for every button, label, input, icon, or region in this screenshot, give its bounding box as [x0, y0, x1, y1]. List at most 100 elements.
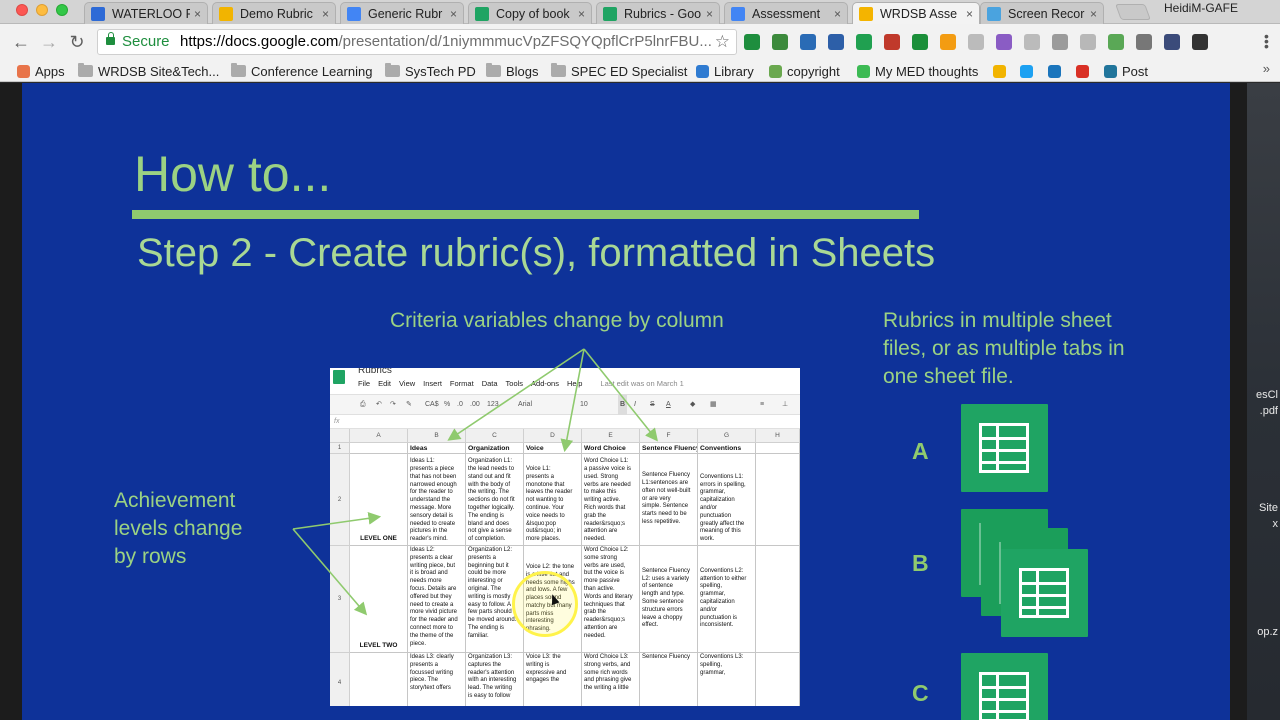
borders-icon: ▦ [710, 401, 717, 408]
color-wheel-icon[interactable] [884, 34, 900, 50]
bookmark-item[interactable]: My MED thoughts [857, 62, 978, 80]
cast-icon[interactable] [1164, 34, 1180, 50]
screen: WATERLOO F × Demo Rubric × Generic Rubr × Copy… [0, 0, 1280, 720]
sheet-menu-bar: File Edit View Insert Format Data Tools Add-ons… [358, 379, 692, 388]
tab-close-icon[interactable]: × [1090, 7, 1097, 21]
sheet-rubric-cell: Ideas L3: clearly presents a focussed wr… [408, 653, 466, 706]
tab-close-icon[interactable]: × [450, 7, 457, 21]
screencastify-icon[interactable] [828, 34, 844, 50]
window-zoom-button[interactable] [56, 4, 68, 16]
tier-a-label: A [912, 438, 929, 464]
new-tab-button[interactable] [1115, 4, 1151, 20]
bookmarks-overflow-icon[interactable]: » [1263, 61, 1270, 76]
desktop-file-label[interactable]: .pdf [1260, 405, 1278, 417]
sheet-level-label: LEVEL TWO [350, 546, 408, 653]
drive-icon [219, 6, 233, 21]
tab-close-icon[interactable]: × [578, 7, 585, 21]
desktop-background: esCl .pdf Site x op.z [1247, 83, 1280, 720]
window-close-button[interactable] [16, 4, 28, 16]
read-icon[interactable] [1052, 34, 1068, 50]
v-extension-icon[interactable] [800, 34, 816, 50]
bookmark-item[interactable]: copyright [769, 62, 840, 80]
increase-decimal: .00 [470, 401, 480, 408]
eye-icon[interactable] [1136, 34, 1152, 50]
sheet-header-cell: Ideas [408, 443, 466, 454]
kt-icon[interactable] [1024, 34, 1040, 50]
decrease-decimal: .0 [457, 401, 463, 408]
puzzle-icon[interactable] [996, 34, 1012, 50]
bookmark-item[interactable]: Apps [17, 62, 65, 80]
dark-circle-icon[interactable] [1192, 34, 1208, 50]
browser-tab[interactable]: WRDSB Asse × [852, 2, 980, 25]
keep-icon[interactable] [1080, 34, 1096, 50]
sheet-menu-item: View [399, 379, 416, 388]
window-minimize-button[interactable] [36, 4, 48, 16]
sheet-rubric-cell: Word Choice L2: some strong verbs are us… [582, 546, 640, 653]
menu-kebab-icon[interactable]: • • • [1264, 29, 1269, 53]
bookmark-item[interactable] [1076, 62, 1094, 80]
callout-files-line: files, or as multiple tabs in [883, 337, 1125, 360]
strike-icon: S [650, 401, 655, 408]
tier-b-label: B [912, 550, 929, 576]
browser-tab[interactable]: Demo Rubric × [212, 2, 336, 24]
clipboard-extension-icon[interactable] [772, 34, 788, 50]
sheet-rubric-cell: Voice L3: the writing is expressive and … [524, 653, 582, 706]
bookmark-item[interactable]: Blogs [486, 62, 539, 80]
sheets-icon [475, 6, 489, 21]
bookmark-item[interactable]: Library [696, 62, 754, 80]
check-extension-icon[interactable] [856, 34, 872, 50]
callout-rows-line: Achievement [114, 489, 236, 512]
classroom-icon[interactable] [912, 34, 928, 50]
bookmark-item[interactable]: Conference Learning [231, 62, 372, 80]
sheet-menu-item: Format [449, 379, 474, 388]
callout-rows: Achievement levels change by rows [114, 487, 242, 571]
browser-tab[interactable]: Screen Recor × [980, 2, 1104, 24]
number-format: 123 [487, 401, 499, 408]
browser-tab[interactable]: Generic Rubr × [340, 2, 464, 24]
forward-arrow-icon[interactable]: → [38, 32, 60, 52]
desktop-file-label[interactable]: x [1273, 518, 1279, 530]
bookmark-item[interactable]: WRDSB Site&Tech... [78, 62, 219, 80]
drive-extension-icon[interactable] [744, 34, 760, 50]
desktop-file-label[interactable]: op.z [1257, 626, 1278, 638]
rss-icon[interactable] [940, 34, 956, 50]
desktop-file-label[interactable]: Site [1259, 502, 1278, 514]
address-bar[interactable]: Secure https://docs.google.com/presentat… [97, 29, 737, 55]
sheet-menu-item: Help [566, 379, 583, 388]
bold-icon: B [618, 395, 628, 415]
browser-tab[interactable]: Rubrics - Goo × [596, 2, 720, 24]
tab-close-icon[interactable]: × [834, 7, 841, 21]
currency-format: CA$ [425, 401, 439, 408]
bookmark-item[interactable]: Post [1104, 62, 1148, 80]
reload-icon[interactable]: ↻ [66, 32, 88, 52]
bookmark-item[interactable] [1020, 62, 1038, 80]
desktop-file-label[interactable]: esCl [1256, 389, 1278, 401]
sheet-column-header: H [756, 429, 800, 443]
bookmark-item[interactable] [993, 62, 1011, 80]
tab-label: Copy of book [496, 6, 570, 21]
tab-close-icon[interactable]: × [322, 7, 329, 21]
profile-name[interactable]: HeidiM-GAFE [1164, 0, 1238, 16]
bookmark-star-icon[interactable]: ☆ [715, 30, 730, 54]
tab-close-icon[interactable]: × [966, 7, 973, 21]
sheet-menu-item: Add-ons [531, 379, 559, 388]
chat-icon[interactable] [968, 34, 984, 50]
browser-tab[interactable]: Copy of book × [468, 2, 592, 24]
google-icon[interactable] [1108, 34, 1124, 50]
callout-files-line: Rubrics in multiple sheet [883, 309, 1112, 332]
sheet-rubric-cell: Sentence Fluency L1:sentences are often … [640, 454, 698, 546]
browser-tab[interactable]: WATERLOO F × [84, 2, 208, 24]
sheet-header-cell: Word Choice [582, 443, 640, 454]
bookmark-item[interactable] [1048, 62, 1066, 80]
url-text: https://docs.google.com/presentation/d/1… [180, 33, 712, 50]
bookmark-item[interactable]: SPEC ED Specialist [551, 62, 687, 80]
tab-close-icon[interactable]: × [706, 7, 713, 21]
tab-close-icon[interactable]: × [194, 7, 201, 21]
back-arrow-icon[interactable]: ← [10, 32, 32, 52]
sheet-doc-name: Rubrics [358, 368, 392, 376]
bookmark-item[interactable]: SysTech PD [385, 62, 476, 80]
slide-viewport: How to... Step 2 - Create rubric(s), for… [0, 83, 1247, 720]
formula-bar: fx [330, 415, 800, 429]
sheet-row-header: 2 [330, 454, 350, 546]
browser-tab[interactable]: Assessment × [724, 2, 848, 24]
